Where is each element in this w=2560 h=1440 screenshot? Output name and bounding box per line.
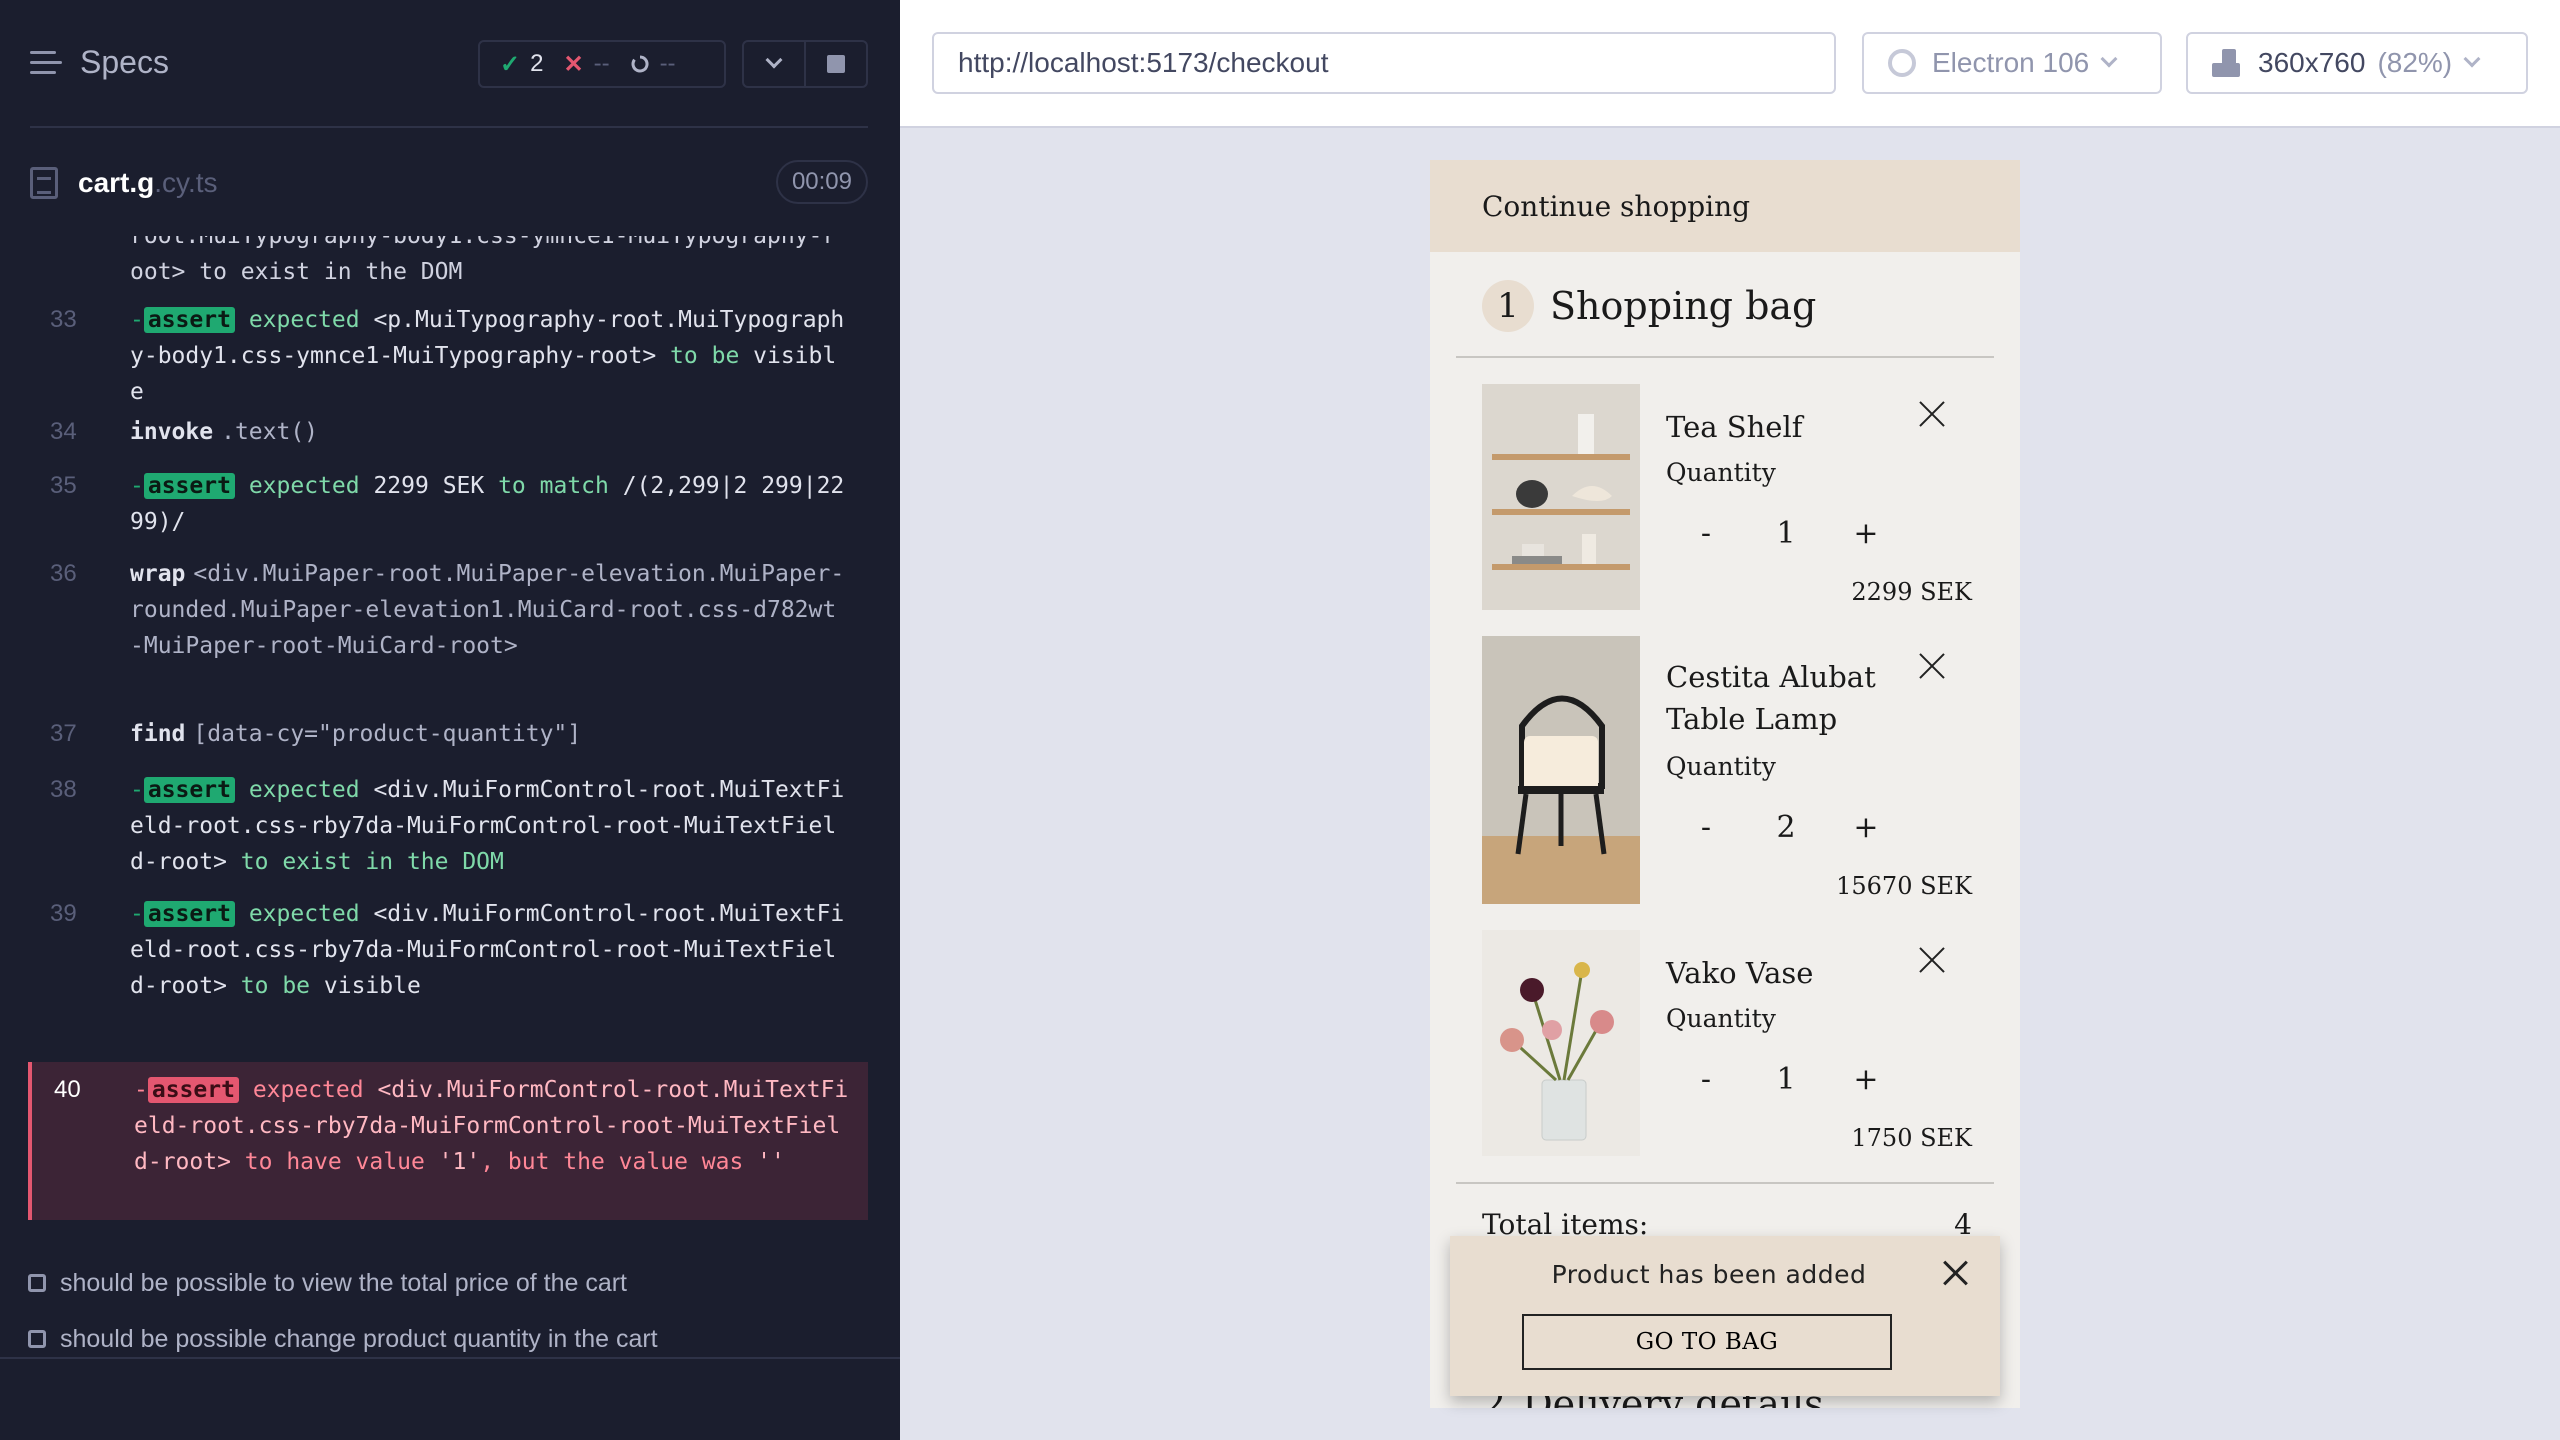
table-lamp-image	[1482, 636, 1640, 904]
cart-item: Vako Vase Quantity - 1 + 1750 SEK	[1482, 930, 1972, 1156]
product-price: 2299 SEK	[1851, 578, 1972, 606]
tea-shelf-image	[1482, 384, 1640, 610]
checkout-page: Continue shopping 1 Shopping bag Tea She…	[1430, 160, 2020, 1408]
quantity-value[interactable]: 1	[1746, 516, 1826, 551]
divider	[30, 126, 868, 128]
increase-quantity-button[interactable]: +	[1826, 516, 1906, 551]
added-to-bag-toast: Product has been added GO TO BAG	[1450, 1236, 2000, 1396]
cart-item: Cestita Alubat Table Lamp Quantity - 2 +…	[1482, 636, 1972, 904]
divider	[0, 1357, 900, 1359]
product-price: 15670 SEK	[1836, 872, 1972, 900]
test-list: should be possible to view the total pri…	[28, 1255, 868, 1367]
command-number: 34	[50, 418, 77, 445]
failed-command-row[interactable]: 40 - assert expected <div.MuiFormControl-…	[28, 1062, 868, 1220]
reporter-header: Specs ✓ 2 ✕ -- --	[0, 0, 900, 130]
collapse-all-button[interactable]	[744, 42, 804, 86]
specs-label: Specs	[80, 44, 169, 80]
continue-shopping-link[interactable]: Continue shopping	[1430, 160, 2020, 252]
browser-selector[interactable]: Electron 106	[1862, 32, 2162, 94]
increase-quantity-button[interactable]: +	[1826, 1062, 1906, 1097]
spec-file-extension: .cy.ts	[154, 167, 218, 198]
pending-icon	[631, 55, 649, 73]
spec-file-name: cart.g	[78, 167, 155, 198]
assert-badge: assert	[143, 473, 235, 499]
vase-image	[1482, 930, 1640, 1156]
test-stats: ✓ 2 ✕ -- --	[478, 40, 726, 88]
command-number: 36	[50, 560, 77, 587]
command-number: 39	[50, 900, 77, 927]
assert-badge: assert	[143, 777, 235, 803]
cart-item: Tea Shelf Quantity - 1 + 2299 SEK	[1482, 384, 1972, 610]
command-row[interactable]: 38 - assert expected <div.MuiFormControl-…	[28, 772, 868, 880]
product-name: Cestita Alubat Table Lamp	[1666, 660, 1876, 736]
command-row[interactable]: 39 - assert expected <div.MuiFormControl-…	[28, 896, 868, 1004]
quantity-value[interactable]: 2	[1746, 810, 1826, 845]
file-icon	[30, 167, 58, 199]
run-timer: 00:09	[775, 160, 868, 204]
shopping-bag-heading: 1 Shopping bag	[1482, 280, 1816, 332]
divider	[1456, 1182, 1994, 1184]
pending-test-icon	[28, 1330, 46, 1348]
pending-test-icon	[28, 1274, 46, 1292]
assert-badge: assert	[147, 1077, 239, 1103]
aut-panel: http://localhost:5173/checkout Electron …	[900, 0, 2560, 1440]
command-number: 35	[50, 472, 77, 499]
command-number: 38	[50, 776, 77, 803]
chevron-down-icon	[765, 51, 783, 69]
remove-item-icon[interactable]	[1918, 946, 1946, 974]
command-log-panel: Specs ✓ 2 ✕ -- -- cart.g .cy.ts 00:09 ro…	[0, 0, 900, 1440]
increase-quantity-button[interactable]: +	[1826, 810, 1906, 845]
remove-item-icon[interactable]	[1918, 400, 1946, 428]
decrease-quantity-button[interactable]: -	[1666, 516, 1746, 551]
assert-badge: assert	[143, 901, 235, 927]
command-list: root.MuiTypography-body1.css-ymnce1-MuiT…	[28, 236, 868, 1226]
product-name: Vako Vase	[1666, 956, 1814, 990]
close-icon[interactable]	[1942, 1260, 1968, 1286]
quantity-label: Quantity	[1666, 752, 1776, 781]
aut-header: http://localhost:5173/checkout Electron …	[900, 0, 2560, 128]
assert-badge: assert	[143, 307, 235, 333]
spec-file-header[interactable]: cart.g .cy.ts 00:09	[30, 160, 868, 206]
command-row[interactable]: root.MuiTypography-body1.css-ymnce1-MuiT…	[28, 236, 868, 290]
product-quantity: - 2 +	[1666, 810, 1922, 845]
toast-message: Product has been added	[1551, 1260, 1867, 1289]
pending-stat: --	[630, 50, 676, 78]
go-to-bag-button[interactable]: GO TO BAG	[1522, 1314, 1892, 1370]
product-quantity: - 1 +	[1666, 1062, 1922, 1097]
command-number: 33	[50, 306, 77, 333]
stop-button[interactable]	[804, 42, 866, 86]
remove-item-icon[interactable]	[1918, 652, 1946, 680]
divider	[1456, 356, 1994, 358]
quantity-label: Quantity	[1666, 1004, 1776, 1033]
quantity-label: Quantity	[1666, 458, 1776, 487]
command-number: 37	[50, 720, 77, 747]
specs-toggle-button[interactable]: Specs	[30, 44, 169, 81]
command-number: 40	[54, 1076, 81, 1103]
step-number: 1	[1482, 280, 1534, 332]
url-field[interactable]: http://localhost:5173/checkout	[932, 32, 1836, 94]
product-price: 1750 SEK	[1851, 1124, 1972, 1152]
menu-icon	[30, 49, 62, 77]
passed-stat: ✓ 2	[500, 50, 544, 78]
command-row[interactable]: 37 find [data-cy="product-quantity"]	[28, 716, 868, 752]
run-controls	[742, 40, 868, 88]
product-name: Tea Shelf	[1666, 410, 1803, 444]
command-row[interactable]: 35 - assert expected 2299 SEK to match /(…	[28, 468, 868, 540]
chevron-down-icon	[2463, 50, 2481, 68]
chevron-down-icon	[2100, 50, 2118, 68]
stop-icon	[827, 55, 845, 73]
command-row[interactable]: 34 invoke .text()	[28, 414, 868, 450]
decrease-quantity-button[interactable]: -	[1666, 810, 1746, 845]
decrease-quantity-button[interactable]: -	[1666, 1062, 1746, 1097]
viewport-selector[interactable]: 360x760 (82%)	[2186, 32, 2528, 94]
command-row[interactable]: 33 - assert expected <p.MuiTypography-roo…	[28, 302, 868, 410]
electron-icon	[1888, 49, 1916, 77]
ruler-icon	[2212, 49, 2240, 77]
test-item[interactable]: should be possible to view the total pri…	[28, 1255, 868, 1311]
failed-stat: ✕ --	[563, 50, 610, 78]
product-quantity: - 1 +	[1666, 516, 1922, 551]
quantity-value[interactable]: 1	[1746, 1062, 1826, 1097]
command-row[interactable]: 36 wrap <div.MuiPaper-root.MuiPaper-eleva…	[28, 556, 868, 700]
